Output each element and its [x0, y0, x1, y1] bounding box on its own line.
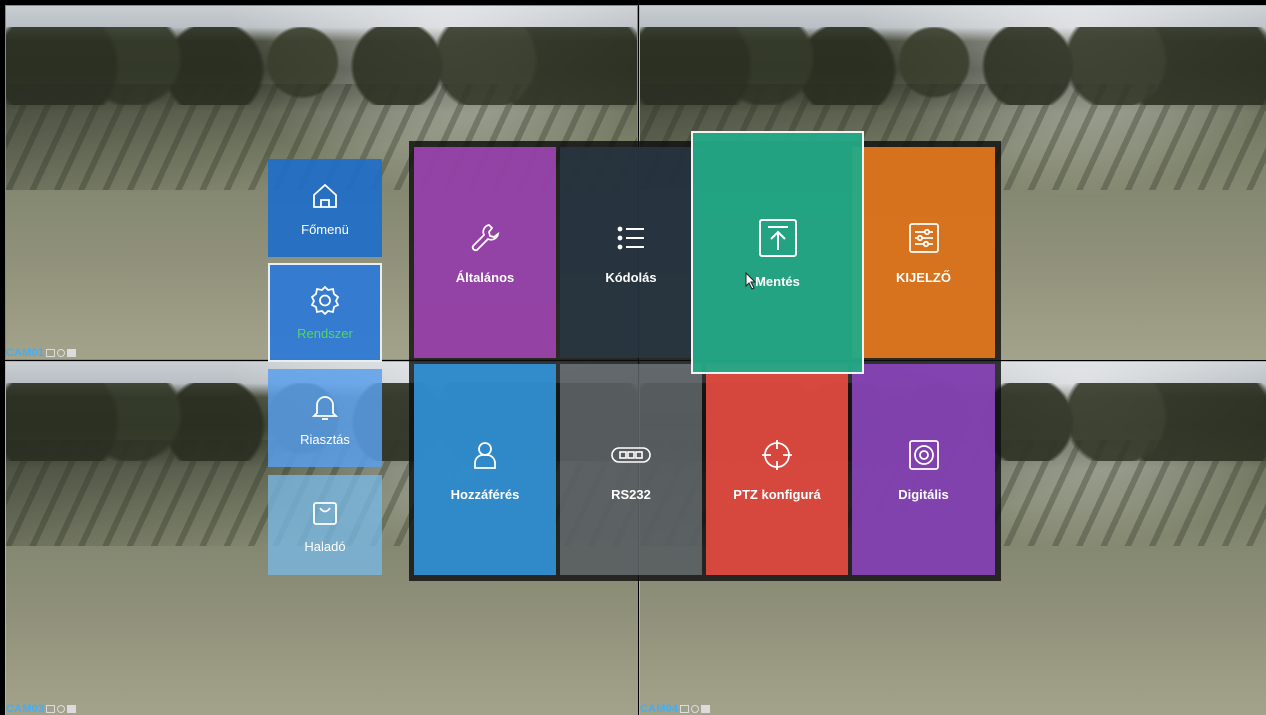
serial-port-icon — [611, 447, 651, 463]
crosshair-icon — [762, 440, 792, 470]
tile-label: Kódolás — [605, 270, 657, 285]
sidebar-item-label: Riasztás — [300, 431, 350, 447]
sidebar-item-main-menu[interactable]: Főmenü — [268, 159, 382, 257]
audio-icon — [57, 705, 66, 713]
bag-icon — [313, 501, 337, 525]
upload-icon — [758, 219, 797, 257]
tile-label: Mentés — [755, 274, 800, 289]
tile-access[interactable]: Hozzáférés — [414, 364, 556, 575]
camera-label-4: CAM04 — [640, 703, 711, 715]
camera-name: CAM03 — [6, 703, 45, 715]
audio-icon — [57, 349, 66, 357]
sliders-icon — [908, 223, 939, 253]
motion-icon — [701, 705, 711, 713]
gear-icon — [310, 285, 340, 316]
tile-label: Általános — [455, 270, 515, 285]
tile-display[interactable]: KIJELZŐ — [852, 147, 995, 358]
record-mode-icon — [46, 705, 56, 713]
sidebar-item-system[interactable]: Rendszer — [268, 263, 382, 362]
tile-label: PTZ konfigurá — [733, 487, 821, 502]
user-icon — [474, 442, 496, 469]
tile-encoding[interactable]: Kódolás — [560, 147, 702, 358]
speaker-icon — [908, 440, 939, 470]
sidebar-item-label: Rendszer — [297, 326, 353, 341]
audio-icon — [691, 705, 700, 713]
camera-label-3: CAM03 — [6, 703, 77, 715]
bell-icon — [311, 395, 339, 420]
camera-label-1: CAM01 — [6, 347, 77, 359]
wrench-icon — [471, 224, 500, 252]
tile-label: RS232 — [611, 487, 651, 502]
sidebar-item-alarm[interactable]: Riasztás — [268, 369, 382, 467]
sidebar-item-advanced[interactable]: Haladó — [268, 475, 382, 575]
motion-icon — [67, 705, 77, 713]
camera-name: CAM01 — [6, 347, 45, 359]
record-mode-icon — [680, 705, 690, 713]
record-mode-icon — [46, 349, 56, 357]
home-icon — [313, 183, 337, 208]
camera-name: CAM04 — [640, 703, 679, 715]
tile-label: KIJELZŐ — [896, 270, 951, 285]
tile-digital[interactable]: Digitális — [852, 364, 995, 575]
motion-icon — [67, 349, 77, 357]
tile-label: Digitális — [898, 487, 949, 502]
mouse-cursor-icon — [745, 272, 757, 290]
list-icon — [617, 226, 644, 250]
tile-rs232[interactable]: RS232 — [560, 364, 702, 575]
tile-ptz-config[interactable]: PTZ konfigurá — [706, 364, 848, 575]
sidebar-item-label: Haladó — [304, 538, 346, 554]
tile-label: Hozzáférés — [450, 487, 520, 502]
tile-general[interactable]: Általános — [414, 147, 556, 358]
sidebar-item-label: Főmenü — [301, 221, 349, 237]
tile-backup[interactable]: Mentés — [691, 131, 864, 374]
